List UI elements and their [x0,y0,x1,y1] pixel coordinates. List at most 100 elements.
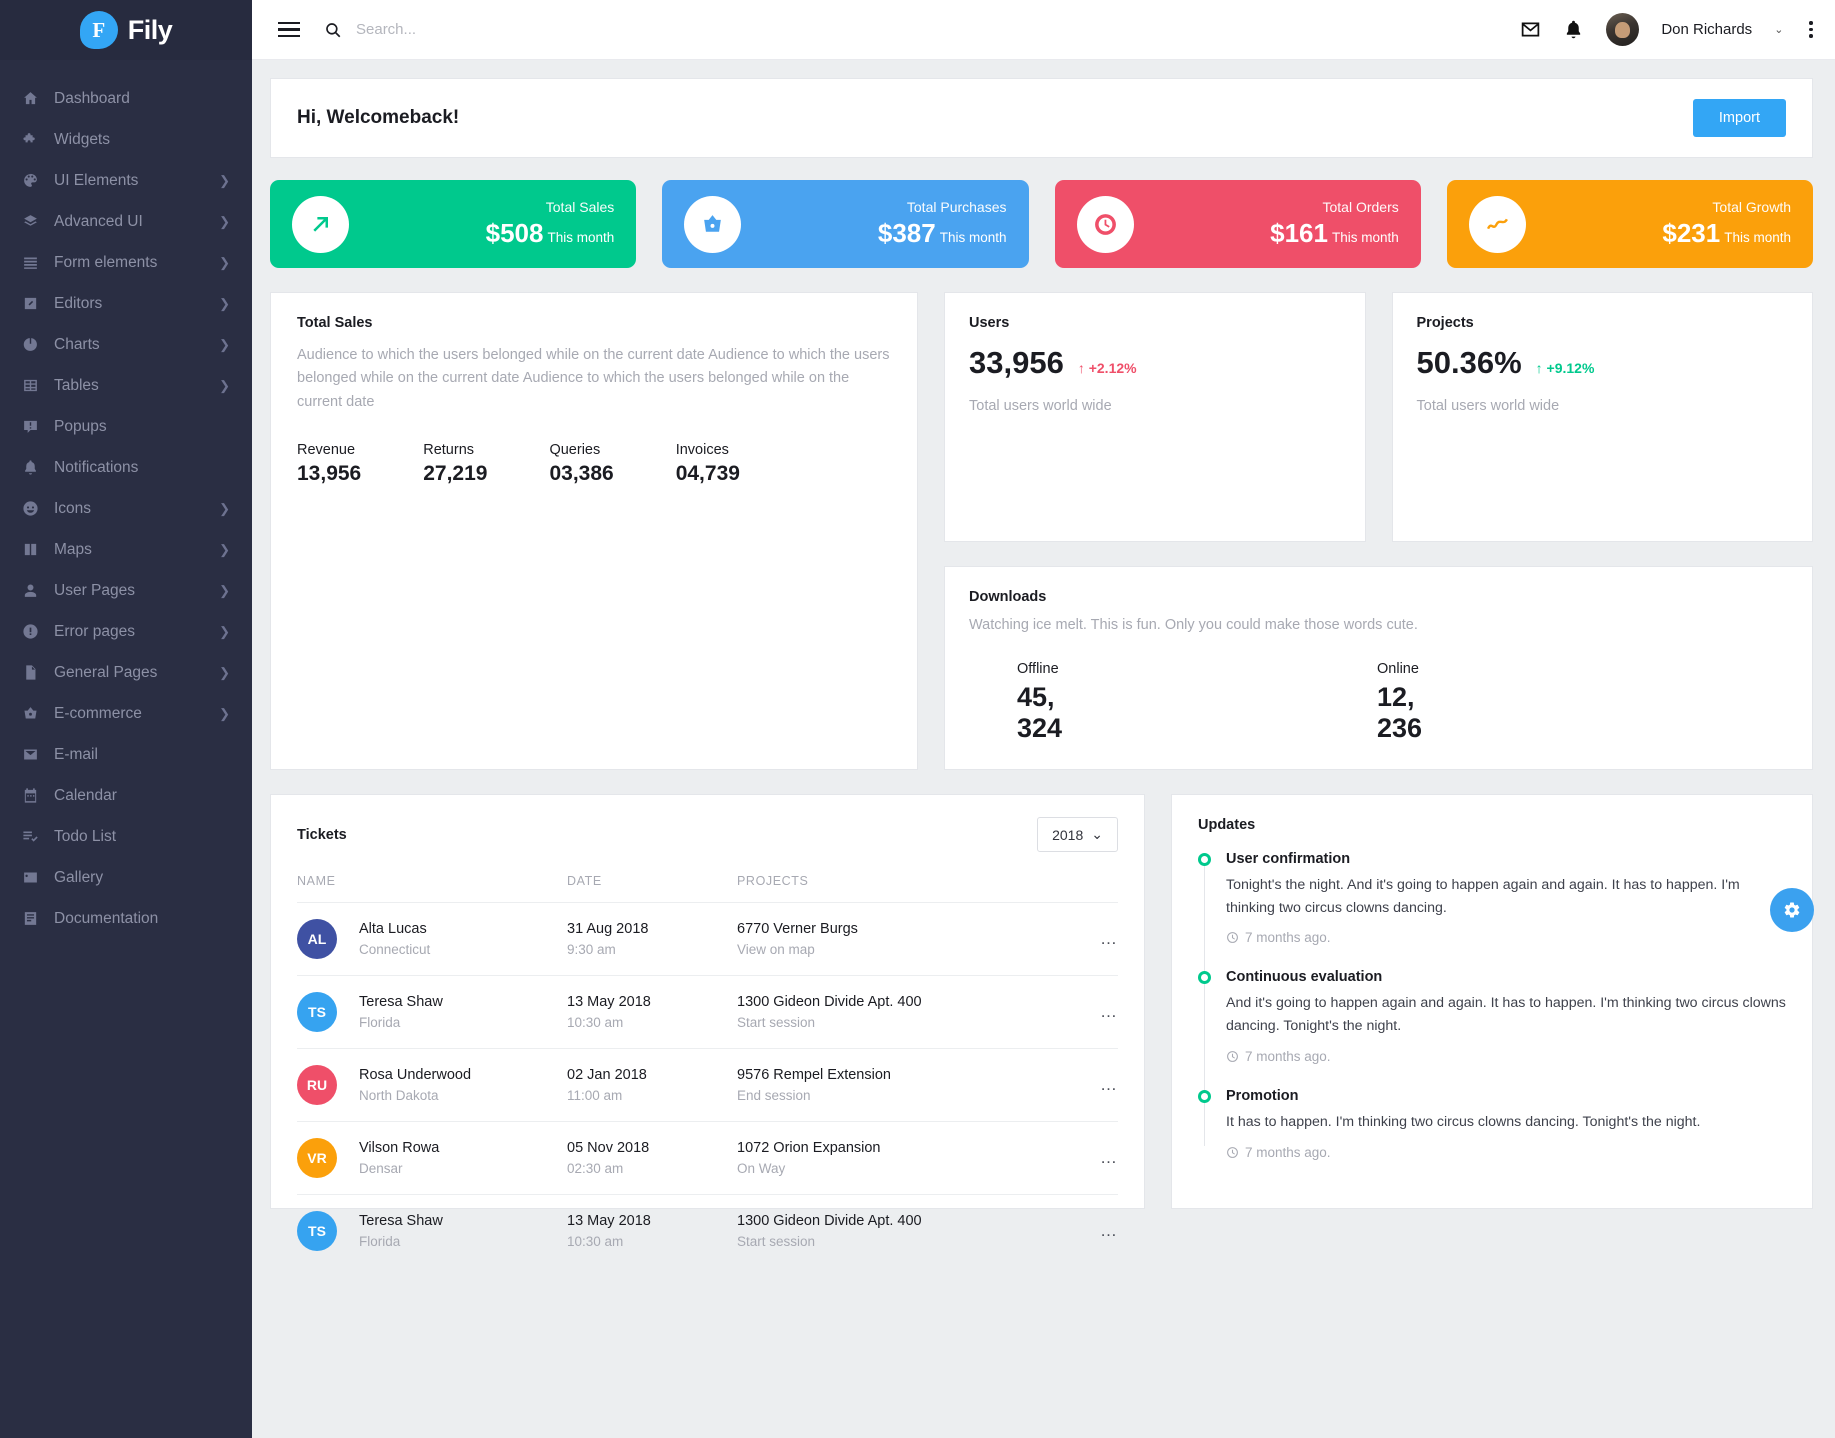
row-name: Vilson Rowa [359,1140,440,1156]
search-input[interactable] [356,21,776,38]
year-select[interactable]: 2018 ⌄ [1037,817,1118,852]
stat-tile-total-growth[interactable]: Total Growth $231 This month [1446,180,1813,268]
palette-icon [22,172,54,189]
sidebar-item-label: Popups [54,417,107,435]
tile-value: $161 This month [1270,218,1399,248]
row-date: 13 May 2018 [567,1213,651,1229]
bell-icon[interactable] [1563,19,1584,40]
sidebar-item-tables[interactable]: Tables ❯ [0,365,252,406]
sidebar-item-user-pages[interactable]: User Pages ❯ [0,570,252,611]
update-item: Promotion It has to happen. I'm thinking … [1198,1088,1786,1160]
tile-value: $508 This month [485,218,615,248]
row-time: 11:00 am [567,1088,623,1103]
chevron-right-icon: ❯ [219,501,230,516]
sidebar-item-dashboard[interactable]: Dashboard [0,78,252,119]
row-more-button[interactable]: … [1100,1148,1118,1167]
sidebar-item-icons[interactable]: Icons ❯ [0,488,252,529]
layers-icon [22,213,54,230]
person-icon [22,582,54,599]
sidebar-item-error-pages[interactable]: Error pages ❯ [0,611,252,652]
tile-title: Total Purchases [906,199,1007,215]
sidebar: F Fily Dashboard Widgets UI Elements ❯ Advan… [0,0,252,1438]
tile-value: $231 This month [1662,218,1791,248]
row-project: 9576 Rempel Extension [737,1067,891,1083]
tile-title: Total Sales [545,199,615,215]
mail-icon[interactable] [1520,19,1541,40]
sidebar-item-widgets[interactable]: Widgets [0,119,252,160]
table-row[interactable]: TS Teresa Shaw Florida 13 May 2018 10:30 am 1… [297,975,1118,1049]
projects-card-delta: ↑ +9.12% [1535,360,1595,376]
update-text: It has to happen. I'm thinking two circu… [1226,1113,1701,1130]
update-time-row: 7 months ago. [1226,930,1786,945]
stat-tile-total-orders[interactable]: Total Orders $161 This month [1054,180,1421,268]
sidebar-item-form-elements[interactable]: Form elements ❯ [0,242,252,283]
stat-tile-total-purchases[interactable]: Total Purchases $387 This month [662,180,1029,268]
sidebar-item-gallery[interactable]: Gallery [0,857,252,898]
column-header: NAME [297,874,567,903]
alert-icon [22,623,54,640]
chevron-right-icon: ❯ [219,706,230,721]
sidebar-item-editors[interactable]: Editors ❯ [0,283,252,324]
app-root: F Fily Dashboard Widgets UI Elements ❯ Advan… [0,0,1835,1438]
settings-fab-button[interactable] [1770,888,1814,932]
sidebar-item-calendar[interactable]: Calendar [0,775,252,816]
avatar[interactable] [1606,13,1640,46]
users-card-value-row: 33,956 ↑ +2.12% [969,345,1341,381]
envelope-icon [24,749,37,760]
stat-tile-total-sales[interactable]: Total Sales $508 This month [270,180,637,268]
table-row[interactable]: VR Vilson Rowa Densar 05 Nov 2018 02:30 am 10… [297,1121,1118,1195]
sidebar-item-e-commerce[interactable]: E-commerce ❯ [0,693,252,734]
tile-title: Total Orders [1322,199,1399,215]
sidebar-item-notifications[interactable]: Notifications [0,447,252,488]
row-project: 1072 Orion Expansion [737,1140,881,1156]
sidebar-item-charts[interactable]: Charts ❯ [0,324,252,365]
row-more-button[interactable]: … [1100,1221,1118,1240]
table-row[interactable]: AL Alta Lucas Connecticut 31 Aug 2018 9:30 a… [297,902,1118,976]
map-icon [22,541,54,558]
update-time-row: 7 months ago. [1226,1145,1786,1160]
tile-title: Total Growth [1712,199,1791,215]
user-name[interactable]: Don Richards [1661,21,1752,38]
downloads-column-value: 45, 324 [1017,682,1063,744]
smiley-icon [23,501,38,516]
basket-icon [24,707,37,719]
sidebar-item-documentation[interactable]: Documentation [0,898,252,939]
chevron-right-icon: ❯ [219,624,230,639]
projects-card-title: Projects [1416,315,1474,331]
envelope-icon [22,746,54,763]
sidebar-item-general-pages[interactable]: General Pages ❯ [0,652,252,693]
row-more-button[interactable]: … [1100,929,1118,948]
smiley-icon [22,500,54,517]
sidebar-item-ui-elements[interactable]: UI Elements ❯ [0,160,252,201]
import-button[interactable]: Import [1692,99,1786,137]
hamburger-icon[interactable] [278,21,300,38]
sidebar-item-todo-list[interactable]: Todo List [0,816,252,857]
chevron-down-icon[interactable]: ⌄ [1774,23,1783,36]
row-place: Florida [359,1015,401,1030]
sidebar-item-popups[interactable]: Popups [0,406,252,447]
brand[interactable]: F Fily [0,0,252,60]
sidebar-item-label: Form elements [54,253,158,271]
tile-body: Total Orders $161 This month [1270,199,1399,249]
row-name-cell: Teresa Shaw Florida [359,1194,567,1268]
kpi-queries: Queries 03,386 [549,442,613,486]
vertical-dots-icon[interactable] [1805,21,1813,38]
chevron-right-icon: ❯ [219,583,230,598]
update-title: User confirmation [1226,851,1351,867]
table-row[interactable]: TS Teresa Shaw Florida 13 May 2018 10:30 am 1… [297,1194,1118,1268]
table-row[interactable]: RU Rosa Underwood North Dakota 02 Jan 2018 1… [297,1048,1118,1122]
checklist-icon [22,828,54,845]
calendar-icon [24,788,37,803]
row-time: 02:30 am [567,1161,624,1176]
pie-chart-icon [23,338,37,351]
update-title: Continuous evaluation [1226,969,1383,986]
row-more-button[interactable]: … [1100,1075,1118,1094]
sidebar-item-label: UI Elements [54,171,139,189]
tile-icon-circle [292,195,349,253]
kpi-value: 03,386 [549,462,614,486]
sidebar-item-maps[interactable]: Maps ❯ [0,529,252,570]
row-status: View on map [737,942,815,957]
sidebar-item-e-mail[interactable]: E-mail [0,734,252,775]
sidebar-item-advanced-ui[interactable]: Advanced UI ❯ [0,201,252,242]
row-more-button[interactable]: … [1100,1002,1118,1021]
